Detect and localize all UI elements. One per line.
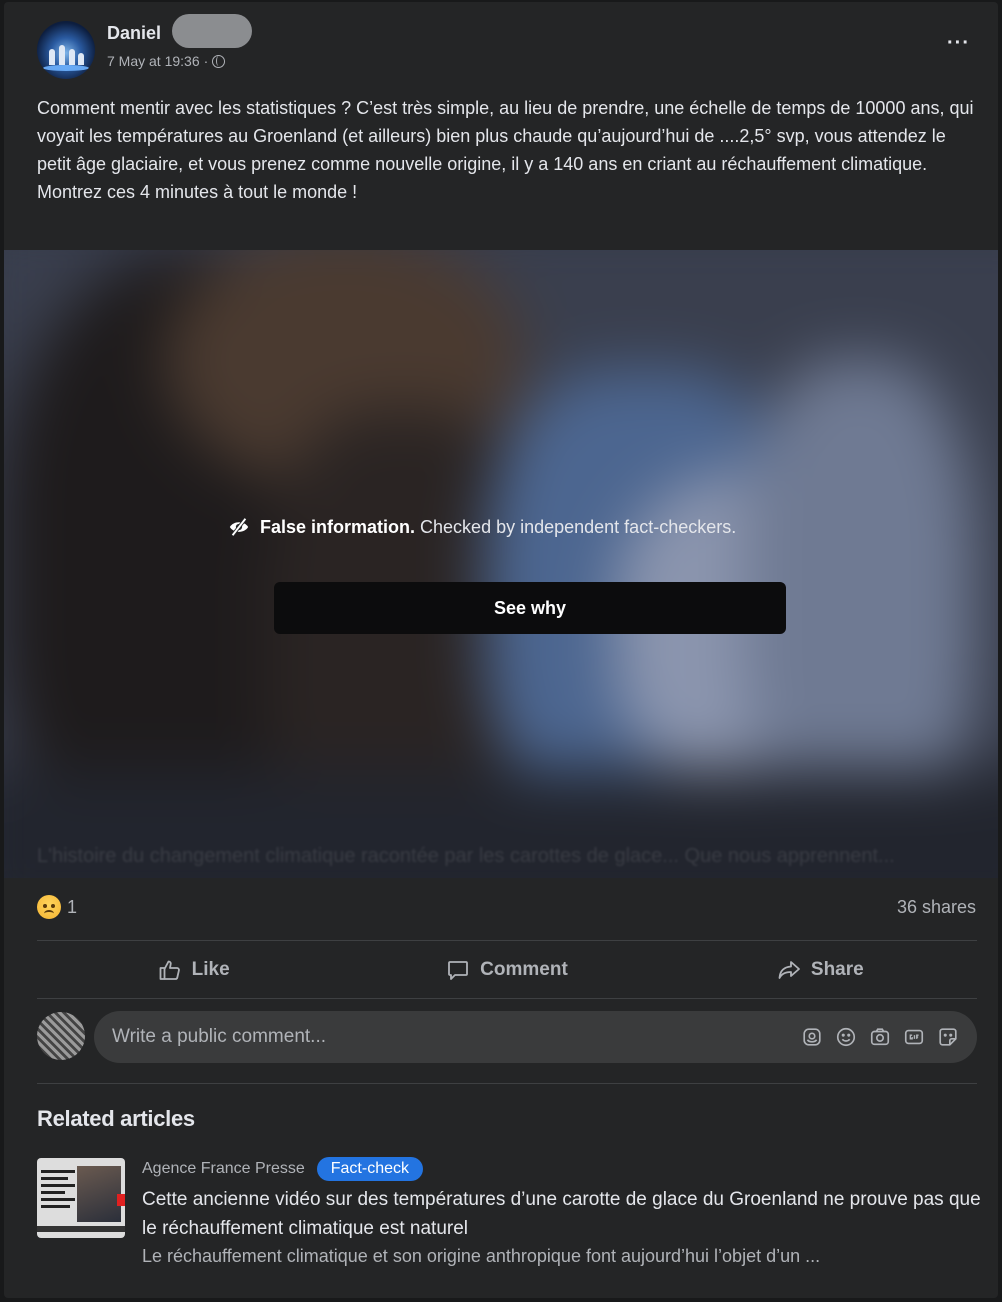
share-count[interactable]: 36 shares — [897, 897, 976, 918]
false-info-warning: False information. Checked by independen… — [228, 512, 788, 542]
comment-placeholder[interactable]: Write a public comment... — [112, 1026, 801, 1048]
avatar-figure — [59, 45, 65, 65]
user-avatar[interactable] — [37, 1012, 85, 1060]
related-articles-title: Related articles — [37, 1106, 195, 1131]
author-avatar[interactable] — [37, 21, 95, 79]
emoji-icon[interactable] — [835, 1026, 857, 1048]
divider — [37, 998, 977, 999]
share-label: Share — [810, 959, 864, 980]
warning-description: Checked by independent fact-checkers. — [415, 517, 737, 537]
post-text: Comment mentir avec les statistiques ? C… — [37, 98, 974, 202]
redaction-blur — [172, 14, 252, 48]
fact-check-badge: Fact-check — [316, 1157, 423, 1181]
globe-icon[interactable] — [212, 54, 226, 68]
share-arrow-icon — [778, 961, 800, 979]
comment-button[interactable]: Comment — [350, 942, 663, 998]
more-options-button[interactable]: ··· — [947, 32, 970, 55]
reaction-count: 1 — [67, 896, 78, 917]
action-bar: Like Comment Share — [37, 942, 977, 998]
comment-tools — [801, 1026, 959, 1048]
avatar-figure — [78, 53, 84, 65]
blurred-background — [4, 250, 998, 878]
meta-separator: · — [203, 53, 209, 69]
comment-bubble-icon — [448, 961, 469, 980]
comment-input[interactable]: Write a public comment... — [94, 1011, 977, 1063]
comment-label: Comment — [480, 959, 568, 980]
thumbs-up-icon — [159, 960, 180, 980]
source-name[interactable]: Agence France Presse — [142, 1160, 305, 1178]
camera-icon[interactable] — [869, 1026, 891, 1048]
author-name[interactable]: Daniel — [107, 23, 161, 44]
avatar-figure — [69, 49, 75, 65]
blurred-video[interactable]: L'histoire du changement climatique raco… — [4, 250, 998, 878]
post-timestamp[interactable]: 7 May at 19:36 — [107, 53, 200, 69]
share-button[interactable]: Share — [664, 942, 977, 998]
warning-title: False information. — [260, 517, 416, 537]
reaction-summary[interactable]: 1 — [37, 895, 77, 919]
divider — [37, 940, 977, 941]
article-summary[interactable]: Le réchauffement climatique et son origi… — [142, 1243, 982, 1269]
like-label: Like — [191, 959, 230, 980]
article-source: Agence France Presse Fact-check — [142, 1157, 423, 1181]
article-headline[interactable]: Cette ancienne vidéo sur des température… — [142, 1185, 982, 1243]
article-thumbnail[interactable] — [37, 1158, 125, 1238]
gif-icon[interactable] — [903, 1026, 925, 1048]
sticker-icon[interactable] — [937, 1026, 959, 1048]
eye-off-icon — [229, 517, 249, 537]
post-card: Daniel 7 May at 19:36 · ··· Comment ment… — [4, 2, 998, 1298]
divider — [37, 1083, 977, 1084]
see-why-button[interactable]: See why — [274, 582, 786, 634]
avatar-figure — [49, 49, 55, 65]
sad-emoji-icon — [37, 895, 61, 919]
post-meta: 7 May at 19:36 · — [107, 53, 226, 69]
avatar-sticker-icon[interactable] — [801, 1026, 823, 1048]
warning-text: False information. Checked by independen… — [260, 512, 760, 542]
like-button[interactable]: Like — [37, 942, 350, 998]
video-caption: L'histoire du changement climatique raco… — [37, 845, 895, 867]
avatar-stage — [43, 65, 89, 71]
